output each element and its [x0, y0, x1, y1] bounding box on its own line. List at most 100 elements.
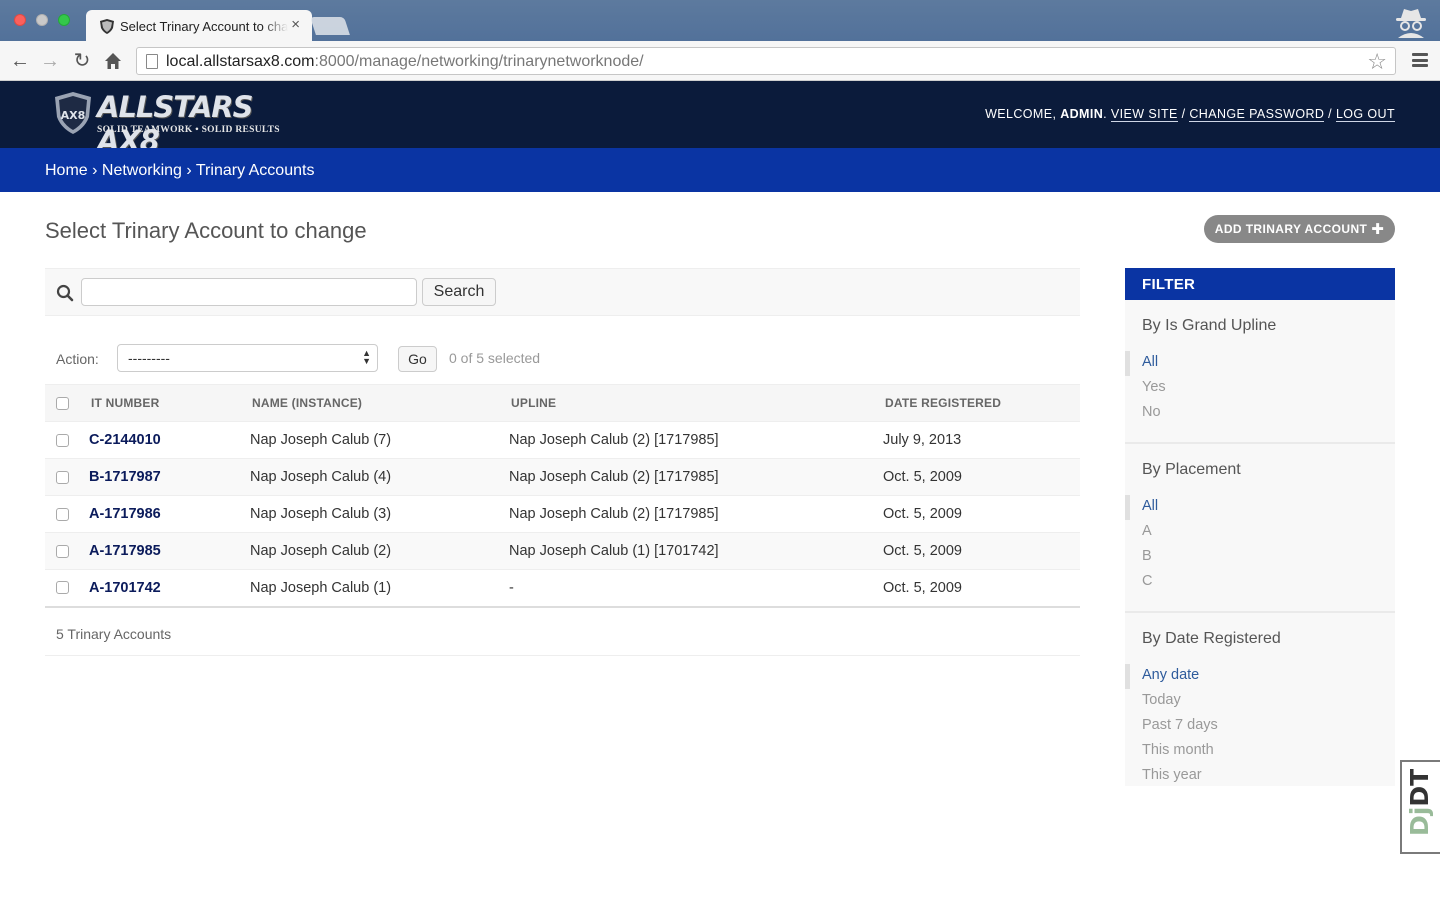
it-number-link[interactable]: B-1717987	[89, 469, 161, 485]
plus-icon: ✚	[1371, 221, 1385, 238]
incognito-icon	[1396, 9, 1426, 38]
breadcrumb-current: Trinary Accounts	[195, 162, 315, 179]
browser-menu-icon[interactable]	[1412, 53, 1428, 67]
table-row: B-1717987 Nap Joseph Calub (4) Nap Josep…	[45, 458, 1080, 496]
action-label: Action:	[56, 351, 99, 367]
welcome-text: WELCOME,	[985, 107, 1057, 121]
row-select-cell	[45, 532, 89, 570]
filter-option-this-month[interactable]: This month	[1125, 739, 1395, 764]
debug-toolbar-label: DjDT	[1405, 768, 1434, 836]
column-header-upline[interactable]: UPLINE	[509, 384, 883, 422]
filter-option-any-date[interactable]: Any date	[1125, 664, 1395, 689]
log-out-link[interactable]: LOG OUT	[1335, 107, 1395, 122]
column-header-name[interactable]: NAME (INSTANCE)	[250, 384, 509, 422]
search-input[interactable]	[81, 278, 417, 306]
date-cell: Oct. 5, 2009	[883, 569, 1080, 608]
name-cell: Nap Joseph Calub (2)	[250, 532, 509, 570]
row-select-cell	[45, 495, 89, 533]
row-checkbox[interactable]	[56, 581, 69, 595]
filter-panel: FILTER By Is Grand Upline All Yes No By …	[1125, 268, 1395, 786]
filter-group-title: By Placement	[1142, 461, 1241, 478]
window-minimize-button[interactable]	[36, 14, 48, 26]
browser-tab-active[interactable]: Select Trinary Account to change ×	[86, 10, 312, 41]
upline-cell: -	[509, 569, 883, 608]
filter-option-all[interactable]: All	[1125, 351, 1395, 376]
it-number-cell: A-1717986	[89, 495, 250, 533]
brand-tagline: SOLID TEAMWORK • SOLID RESULTS	[97, 125, 280, 135]
change-password-link[interactable]: CHANGE PASSWORD	[1189, 107, 1325, 122]
browser-tabstrip: Select Trinary Account to change ×	[0, 0, 1440, 41]
reload-icon[interactable]: ↻	[70, 49, 94, 73]
column-header-it-number[interactable]: IT NUMBER	[89, 384, 250, 422]
home-icon[interactable]	[104, 52, 122, 70]
filter-option-b[interactable]: B	[1125, 545, 1395, 570]
selection-counter: 0 of 5 selected	[449, 350, 541, 366]
it-number-link[interactable]: A-1717986	[89, 506, 161, 522]
it-number-link[interactable]: A-1717985	[89, 543, 161, 559]
filter-group-placement: By Placement All A B C	[1125, 444, 1395, 613]
upline-cell: Nap Joseph Calub (1) [1701742]	[509, 532, 883, 570]
site-logo[interactable]: AX8 ALLSTARS AX8 SOLID TEAMWORK • SOLID …	[55, 90, 280, 158]
filter-option-c[interactable]: C	[1125, 570, 1395, 595]
row-select-cell	[45, 421, 89, 459]
it-number-link[interactable]: A-1701742	[89, 580, 161, 596]
filter-option-today[interactable]: Today	[1125, 689, 1395, 714]
breadcrumb-networking[interactable]: Networking	[102, 162, 182, 179]
window-close-button[interactable]	[14, 14, 26, 26]
filter-option-this-year[interactable]: This year	[1125, 764, 1395, 789]
url-text: local.allstarsax8.com:8000/manage/networ…	[166, 53, 644, 70]
address-bar[interactable]: local.allstarsax8.com:8000/manage/networ…	[136, 47, 1396, 75]
column-header-date-registered[interactable]: DATE REGISTERED	[883, 384, 1080, 422]
date-cell: Oct. 5, 2009	[883, 532, 1080, 570]
filter-option-all[interactable]: All	[1125, 495, 1395, 520]
row-checkbox[interactable]	[56, 433, 69, 447]
upline-cell: Nap Joseph Calub (2) [1717985]	[509, 458, 883, 496]
name-cell: Nap Joseph Calub (7)	[250, 421, 509, 459]
go-button[interactable]: Go	[398, 346, 437, 372]
debug-toolbar-handle[interactable]: DjDT	[1400, 760, 1440, 854]
name-cell: Nap Joseph Calub (1)	[250, 569, 509, 608]
filter-option-past-7-days[interactable]: Past 7 days	[1125, 714, 1395, 739]
search-icon	[56, 284, 74, 302]
bookmark-star-icon[interactable]: ☆	[1367, 49, 1387, 75]
shield-favicon-icon	[100, 19, 114, 34]
action-select[interactable]: --------- ▲ ▼	[117, 344, 378, 372]
tab-close-icon[interactable]: ×	[291, 16, 300, 33]
select-all-checkbox[interactable]	[56, 397, 69, 411]
table-row: A-1701742 Nap Joseph Calub (1) - Oct. 5,…	[45, 569, 1080, 608]
row-checkbox[interactable]	[56, 544, 69, 558]
browser-toolbar: ← → ↻ local.allstarsax8.com:8000/manage/…	[0, 41, 1440, 81]
filter-option-yes[interactable]: Yes	[1125, 376, 1395, 401]
table-header-row: IT NUMBER NAME (INSTANCE) UPLINE DATE RE…	[45, 384, 1080, 422]
admin-header: AX8 ALLSTARS AX8 SOLID TEAMWORK • SOLID …	[0, 81, 1440, 158]
add-trinary-account-button[interactable]: ADD TRINARY ACCOUNT ✚	[1204, 215, 1395, 243]
back-arrow-icon[interactable]: ←	[8, 49, 32, 73]
select-all-cell	[45, 384, 89, 422]
upline-cell: Nap Joseph Calub (2) [1717985]	[509, 495, 883, 533]
row-checkbox[interactable]	[56, 470, 69, 484]
row-select-cell	[45, 458, 89, 496]
table-row: C-2144010 Nap Joseph Calub (7) Nap Josep…	[45, 421, 1080, 459]
view-site-link[interactable]: VIEW SITE	[1110, 107, 1178, 122]
new-tab-button[interactable]	[310, 17, 350, 35]
filter-option-no[interactable]: No	[1125, 401, 1395, 426]
result-count: 5 Trinary Accounts	[45, 608, 1080, 656]
user-tools: WELCOME, ADMIN. VIEW SITE / CHANGE PASSW…	[985, 107, 1395, 122]
it-number-link[interactable]: C-2144010	[89, 432, 161, 448]
add-button-label: ADD TRINARY ACCOUNT	[1214, 222, 1368, 236]
action-select-value: ---------	[128, 350, 170, 366]
filter-option-a[interactable]: A	[1125, 520, 1395, 545]
page-icon	[146, 54, 158, 69]
search-button[interactable]: Search	[422, 278, 496, 306]
it-number-cell: A-1701742	[89, 569, 250, 608]
row-checkbox[interactable]	[56, 507, 69, 521]
breadcrumb-home[interactable]: Home	[45, 162, 88, 179]
result-table: IT NUMBER NAME (INSTANCE) UPLINE DATE RE…	[45, 384, 1080, 608]
page-title: Select Trinary Account to change	[45, 218, 367, 243]
window-maximize-button[interactable]	[58, 14, 70, 26]
it-number-cell: B-1717987	[89, 458, 250, 496]
forward-arrow-icon[interactable]: →	[38, 49, 62, 73]
svg-text:AX8: AX8	[61, 109, 86, 122]
date-cell: Oct. 5, 2009	[883, 495, 1080, 533]
upline-cell: Nap Joseph Calub (2) [1717985]	[509, 421, 883, 459]
